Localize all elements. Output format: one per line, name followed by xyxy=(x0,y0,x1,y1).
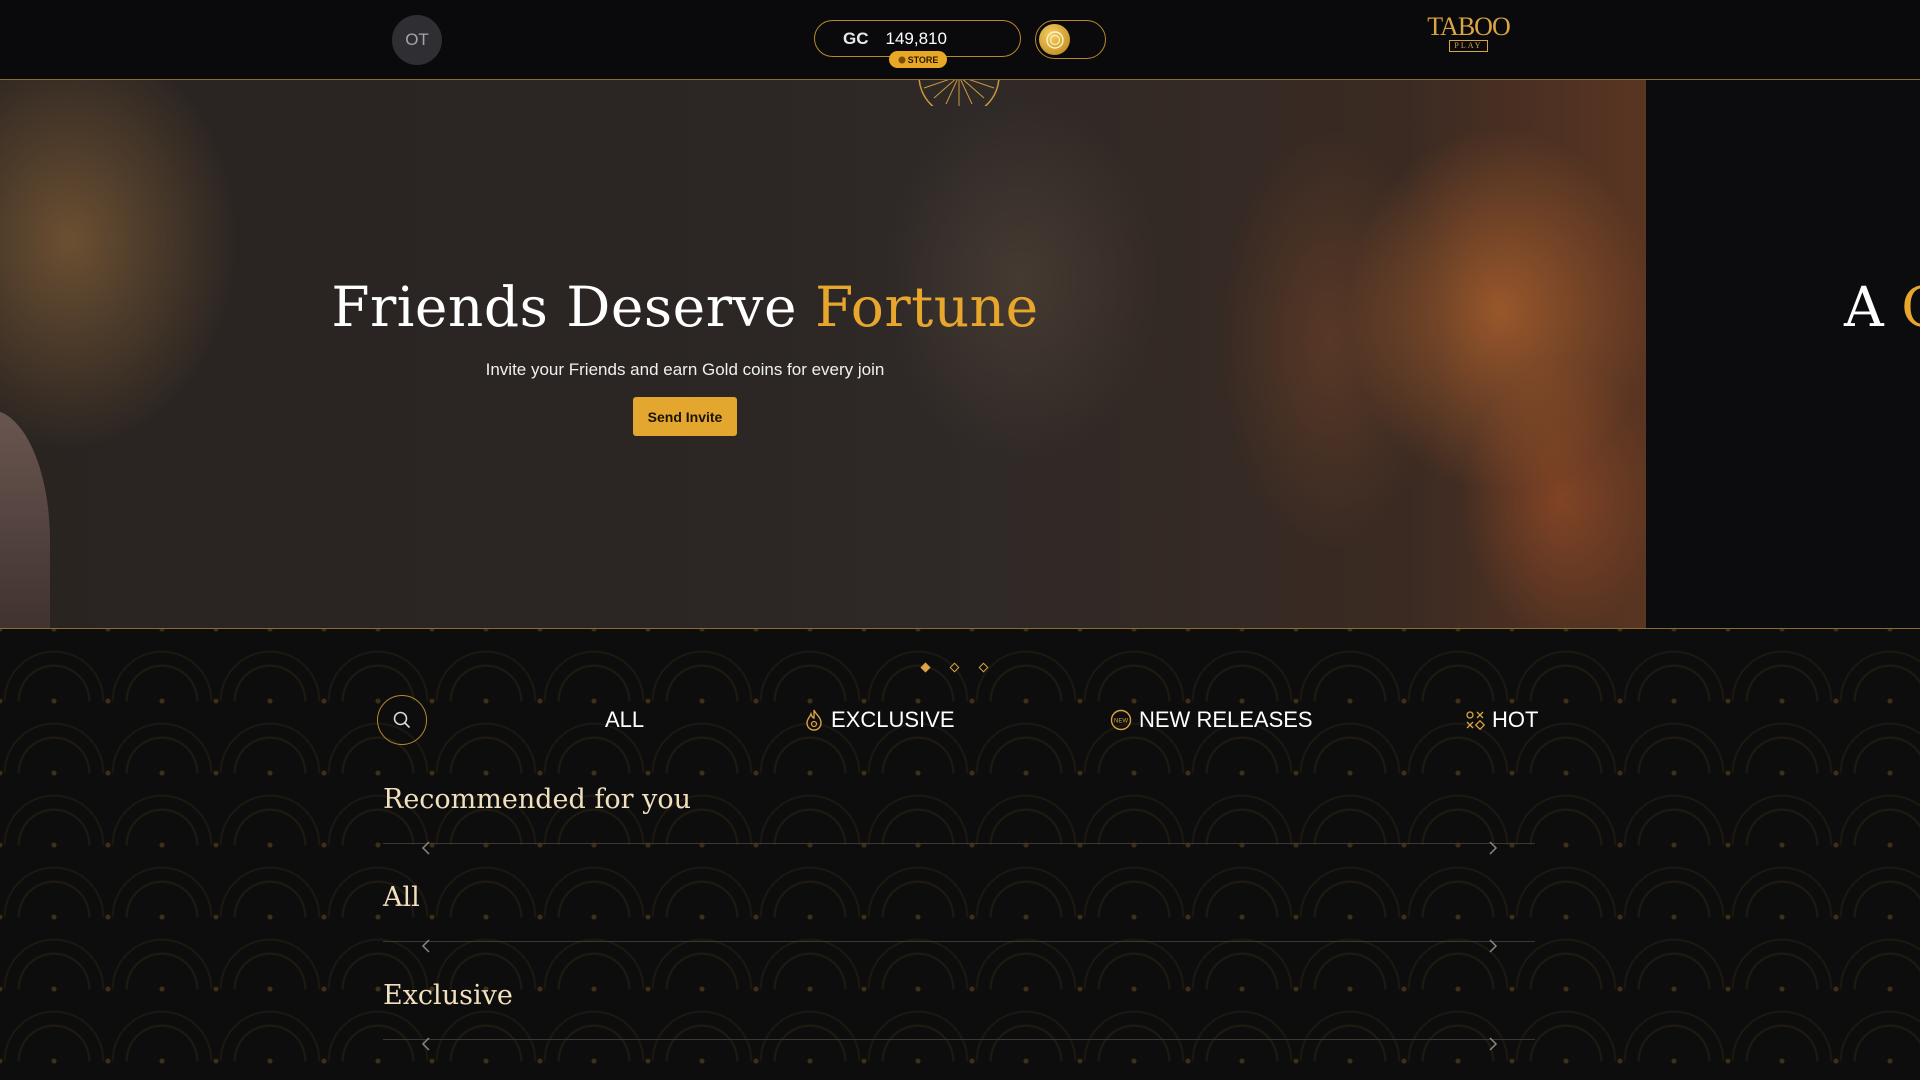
logo-name: TABOO xyxy=(1427,12,1510,41)
scroll-left-exclusive[interactable] xyxy=(421,1037,433,1053)
chevron-left-icon xyxy=(421,841,430,855)
store-button[interactable]: STORE xyxy=(889,51,947,68)
hero-title: Friends Deserve Fortune xyxy=(0,275,1370,339)
chevron-right-icon xyxy=(1489,1037,1498,1051)
next-slide-title-accent: C xyxy=(1901,275,1920,339)
scroll-left-all[interactable] xyxy=(421,939,433,955)
send-invite-button[interactable]: Send Invite xyxy=(633,397,737,436)
next-slide-title: A C xyxy=(1844,275,1920,339)
carousel-dot-1[interactable] xyxy=(920,662,931,673)
tab-exclusive-label: EXCLUSIVE xyxy=(831,707,955,732)
carousel-dot-3[interactable] xyxy=(978,662,989,673)
search-button[interactable] xyxy=(377,695,427,745)
hero-subtitle: Invite your Friends and earn Gold coins … xyxy=(485,360,885,379)
logo-sub: PLAY xyxy=(1449,40,1488,52)
scroll-right-exclusive[interactable] xyxy=(1488,1037,1500,1053)
taboo-logo[interactable]: TABOO PLAY xyxy=(1416,14,1521,62)
carousel-dot-2[interactable] xyxy=(949,662,960,673)
hero-title-main: Friends Deserve xyxy=(331,275,798,339)
hero-title-accent: Fortune xyxy=(815,275,1039,339)
store-label: STORE xyxy=(907,54,939,65)
new-badge-icon: NEW xyxy=(1110,709,1132,731)
next-slide-title-main: A xyxy=(1844,275,1884,339)
svg-text:NEW: NEW xyxy=(1114,719,1128,725)
section-title-all: All xyxy=(383,882,420,913)
flame-icon xyxy=(806,709,822,731)
next-slide-preview[interactable]: A C xyxy=(1646,80,1920,628)
scroll-right-all[interactable] xyxy=(1488,939,1500,955)
section-rail-recommended xyxy=(383,843,1535,844)
tab-new-releases-label: NEW RELEASES xyxy=(1139,707,1313,732)
scroll-left-recommended[interactable] xyxy=(421,841,433,857)
hero-banner: Friends Deserve Fortune Invite your Frie… xyxy=(0,80,1646,628)
chevron-left-icon xyxy=(421,1037,430,1051)
hero-figure-image xyxy=(0,410,50,628)
currency-toggle[interactable] xyxy=(1035,20,1106,59)
carousel-dots xyxy=(920,662,989,673)
balance-amount: 149,810 xyxy=(885,28,947,48)
coin-icon xyxy=(898,56,906,63)
search-icon xyxy=(393,711,411,729)
section-rail-all xyxy=(383,941,1535,942)
balance-currency: GC xyxy=(843,28,869,48)
tab-hot-label: HOT xyxy=(1492,707,1539,732)
section-title-recommended: Recommended for you xyxy=(383,784,692,815)
chevron-left-icon xyxy=(421,939,430,953)
section-rail-exclusive xyxy=(383,1039,1535,1040)
art-deco-fan-icon xyxy=(918,80,1000,106)
games-area: ALL EXCLUSIVE NEW NEW RELEASES HOT Recom… xyxy=(0,629,1920,1080)
user-avatar[interactable]: OT xyxy=(392,15,442,65)
top-bar: OT GC 149,810 STORE TABOO PLAY xyxy=(0,0,1920,80)
section-title-exclusive: Exclusive xyxy=(383,980,513,1011)
tab-exclusive[interactable]: EXCLUSIVE xyxy=(804,705,955,735)
gold-coin-icon xyxy=(1039,24,1070,55)
chevron-right-icon xyxy=(1489,939,1498,953)
scroll-right-recommended[interactable] xyxy=(1488,841,1500,857)
tab-all[interactable]: ALL xyxy=(605,705,644,735)
tab-new-releases[interactable]: NEW NEW RELEASES xyxy=(1110,705,1313,735)
tab-hot[interactable]: HOT xyxy=(1465,705,1538,735)
chevron-right-icon xyxy=(1489,841,1498,855)
grid-icon xyxy=(1466,711,1485,730)
tab-all-label: ALL xyxy=(605,707,645,732)
